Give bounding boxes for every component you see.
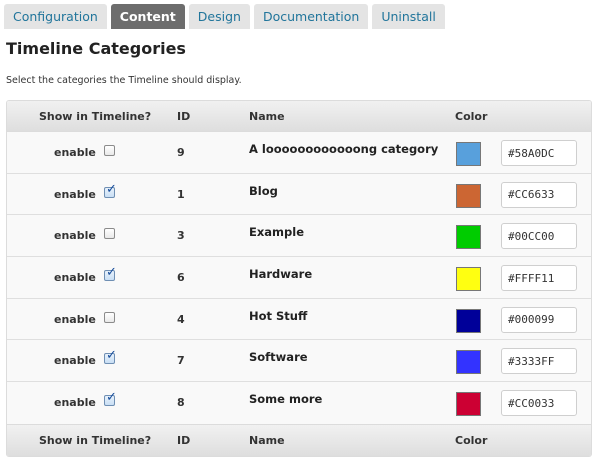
color-hex-input[interactable]	[501, 390, 577, 417]
tab-documentation[interactable]: Documentation	[253, 4, 369, 29]
table-row: enable 4 Hot Stuff	[7, 298, 591, 341]
enable-label: enable	[54, 187, 96, 201]
tab-content[interactable]: Content	[110, 4, 185, 29]
category-name: A loooooooooooong category	[249, 142, 439, 156]
header-color: Color	[455, 110, 488, 123]
color-swatch[interactable]	[456, 225, 481, 250]
table-row: enable ✓ 8 Some more	[7, 382, 591, 424]
footer-show-in-timeline: Show in Timeline?	[39, 434, 152, 447]
color-hex-input[interactable]	[501, 223, 577, 250]
table-row: enable 9 A loooooooooooong category	[7, 132, 591, 174]
checkmark-icon: ✓	[106, 265, 117, 281]
checkmark-icon: ✓	[106, 348, 117, 364]
tab-bar: Configuration Content Design Documentati…	[4, 4, 445, 29]
tab-configuration[interactable]: Configuration	[4, 4, 107, 29]
category-id: 7	[177, 354, 185, 368]
enable-label: enable	[54, 396, 96, 410]
enable-label: enable	[54, 229, 96, 243]
page-title: Timeline Categories	[6, 39, 186, 58]
enable-checkbox[interactable]: ✓	[104, 266, 117, 282]
category-name: Hardware	[249, 267, 313, 282]
category-id: 4	[177, 312, 185, 326]
color-swatch[interactable]	[456, 267, 481, 292]
footer-color: Color	[455, 434, 488, 447]
tab-design[interactable]: Design	[188, 4, 250, 29]
color-hex-input[interactable]	[501, 265, 577, 292]
category-id: 1	[177, 187, 185, 201]
enable-label: enable	[54, 146, 96, 159]
category-name: Software	[249, 350, 308, 365]
color-swatch[interactable]	[456, 350, 481, 375]
categories-table: Show in Timeline? ID Name Color enable 9 A…	[6, 100, 592, 457]
category-name: Hot Stuff	[249, 308, 308, 323]
category-id: 6	[177, 271, 185, 285]
color-swatch[interactable]	[456, 183, 481, 208]
footer-name: Name	[249, 434, 285, 447]
category-name: Some more	[249, 392, 323, 407]
category-name: Blog	[249, 183, 278, 198]
enable-checkbox[interactable]: ✓	[104, 349, 117, 365]
category-id: 9	[177, 146, 185, 159]
color-hex-input[interactable]	[501, 306, 577, 333]
page-description: Select the categories the Timeline shoul…	[6, 75, 242, 86]
category-name: Example	[249, 225, 304, 240]
header-id: ID	[177, 110, 191, 123]
table-footer-row: Show in Timeline? ID Name Color	[7, 424, 591, 456]
enable-checkbox[interactable]	[104, 145, 115, 156]
header-show-in-timeline: Show in Timeline?	[39, 110, 152, 123]
enable-label: enable	[54, 312, 96, 326]
enable-checkbox[interactable]: ✓	[104, 391, 117, 407]
table-row: enable ✓ 6 Hardware	[7, 257, 591, 299]
table-row: enable 3 Example	[7, 215, 591, 258]
table-header-row: Show in Timeline? ID Name Color	[7, 101, 591, 132]
color-hex-input[interactable]	[501, 181, 577, 208]
table-row: enable ✓ 7 Software	[7, 340, 591, 383]
enable-checkbox[interactable]	[104, 311, 115, 323]
enable-checkbox[interactable]	[104, 228, 115, 240]
color-swatch[interactable]	[456, 142, 481, 166]
category-id: 3	[177, 229, 185, 243]
checkmark-icon: ✓	[106, 390, 117, 406]
color-hex-input[interactable]	[501, 140, 577, 166]
header-name: Name	[249, 110, 285, 123]
footer-id: ID	[177, 434, 191, 447]
tab-uninstall[interactable]: Uninstall	[372, 4, 445, 29]
checkmark-icon: ✓	[106, 181, 117, 197]
category-id: 8	[177, 396, 185, 410]
table-body: enable 9 A loooooooooooong category enable ✓…	[7, 132, 591, 424]
enable-label: enable	[54, 271, 96, 285]
color-swatch[interactable]	[456, 308, 481, 333]
color-hex-input[interactable]	[501, 348, 577, 375]
enable-label: enable	[54, 354, 96, 368]
table-row: enable ✓ 1 Blog	[7, 173, 591, 216]
enable-checkbox[interactable]: ✓	[104, 182, 117, 198]
color-swatch[interactable]	[456, 392, 481, 417]
